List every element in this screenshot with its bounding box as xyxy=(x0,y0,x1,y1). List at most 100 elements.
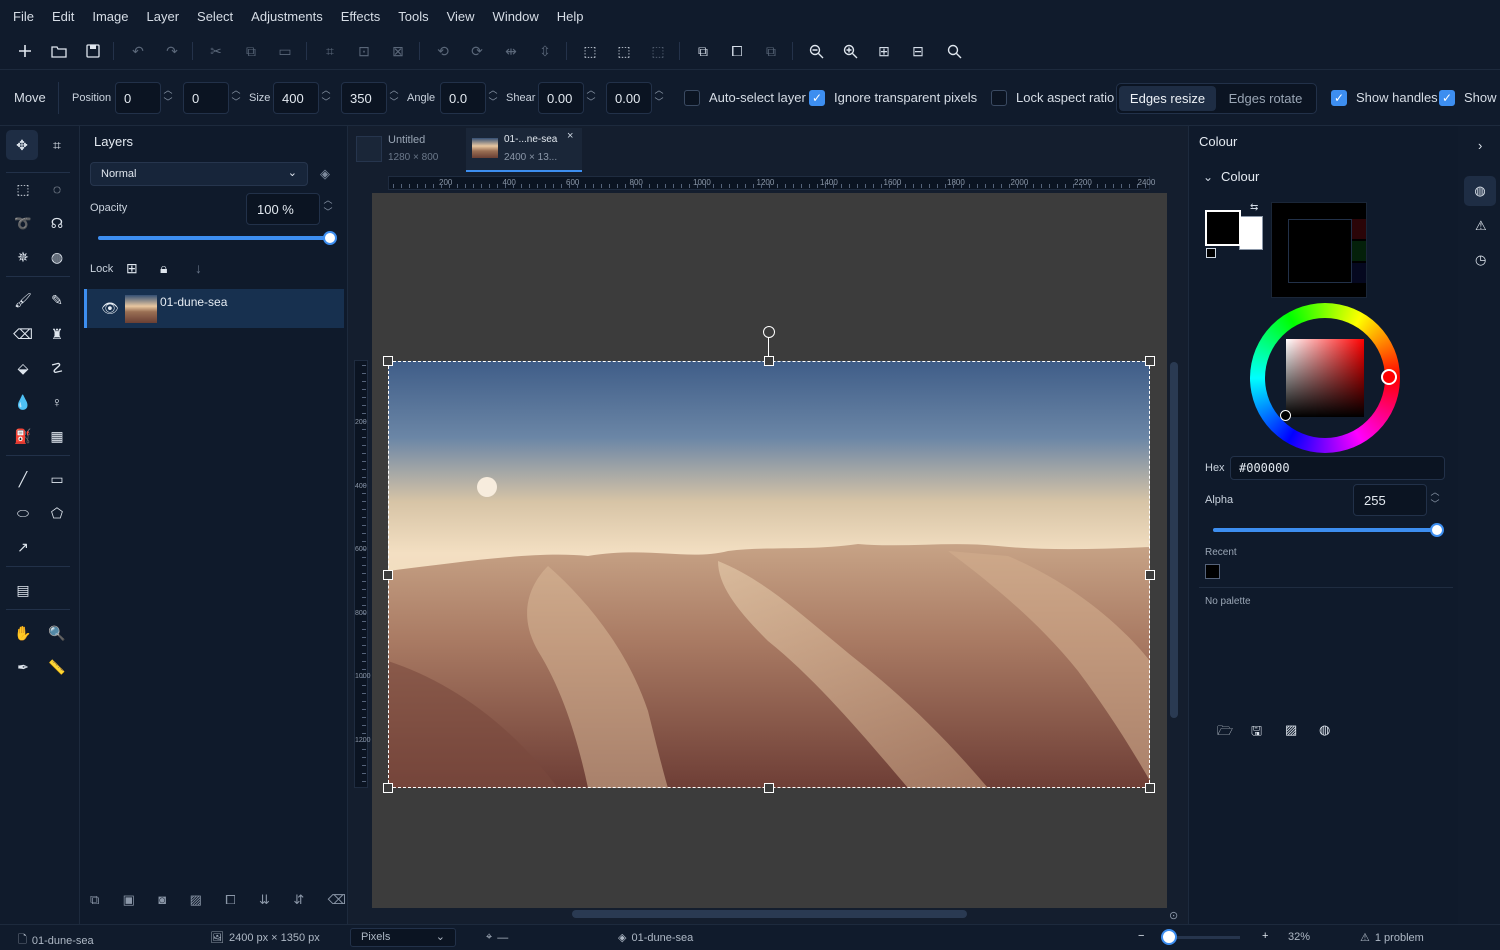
merge-layer-icon[interactable]: ⧉ xyxy=(761,41,781,61)
layer-effects-icon[interactable]: ▨ xyxy=(190,892,202,916)
opacity-slider-track[interactable] xyxy=(98,236,330,240)
opacity-input[interactable]: 100 % xyxy=(246,193,320,225)
resize-handle-ne[interactable] xyxy=(1145,356,1155,366)
zoom-in-icon[interactable] xyxy=(840,41,860,61)
shear-x-input[interactable]: 0.00 xyxy=(538,82,584,114)
palette-icon[interactable]: ◍ xyxy=(1319,722,1330,738)
rotate-left-icon[interactable]: ⟲ xyxy=(433,41,453,61)
arrow-tool-icon[interactable]: ↗ xyxy=(7,532,39,562)
deselect-icon[interactable]: ⬚ xyxy=(614,41,634,61)
colour-panel-icon[interactable]: ◍ xyxy=(1464,176,1496,206)
dodge-icon[interactable]: ♀ xyxy=(41,387,73,417)
opacity-slider-handle[interactable] xyxy=(323,231,337,245)
smudge-icon[interactable]: ☡ xyxy=(41,353,73,383)
resize-handle-n[interactable] xyxy=(764,356,774,366)
height-input[interactable]: 350 xyxy=(341,82,387,114)
width-input[interactable]: 400 xyxy=(273,82,319,114)
secondary-color-swatch[interactable] xyxy=(1239,216,1263,250)
eye-icon[interactable]: 👁︎ xyxy=(101,300,119,317)
open-palette-icon[interactable]: 🗁 xyxy=(1217,722,1233,744)
lasso-icon[interactable]: ➰ xyxy=(7,208,39,238)
menu-image[interactable]: Image xyxy=(83,9,137,24)
resize-handle-nw[interactable] xyxy=(383,356,393,366)
rectangle-tool-icon[interactable]: ▭ xyxy=(41,464,73,494)
reset-colors-icon[interactable] xyxy=(1206,248,1216,258)
position-x-stepper[interactable]: ︿ ﹀ xyxy=(163,84,173,112)
ignore-transparent-checkbox[interactable]: ✓ xyxy=(809,90,825,106)
tab-01-dune-sea[interactable]: 01-...ne-sea 2400 × 13... × xyxy=(466,128,582,172)
edges-resize-button[interactable]: Edges resize xyxy=(1119,86,1216,111)
hex-input[interactable]: #000000 xyxy=(1230,456,1445,480)
image-palette-icon[interactable]: ▨ xyxy=(1285,722,1297,738)
text-tool-icon[interactable]: ▤ xyxy=(7,575,39,605)
warning-panel-icon[interactable]: ⚠ xyxy=(1475,218,1487,234)
move-tool-icon[interactable]: ✥ xyxy=(6,130,38,160)
add-layer-icon[interactable]: ⧉ xyxy=(90,892,99,916)
resize-handle-e[interactable] xyxy=(1145,570,1155,580)
eyedropper-icon[interactable]: ✒ xyxy=(7,652,39,682)
menu-edit[interactable]: Edit xyxy=(43,9,83,24)
gradient-icon[interactable]: ▦ xyxy=(41,421,73,451)
layer-stack-icon[interactable]: ◈ xyxy=(320,166,330,182)
chevron-down-icon[interactable]: ⌄ xyxy=(1203,170,1213,184)
fit-window-icon[interactable]: ⊞ xyxy=(874,41,894,61)
position-y-input[interactable]: 0 xyxy=(183,82,229,114)
flip-horizontal-icon[interactable]: ⇹ xyxy=(501,41,521,61)
angle-input[interactable]: 0.0 xyxy=(440,82,486,114)
add-group-icon[interactable]: ▣ xyxy=(123,892,135,916)
save-palette-icon[interactable]: 🖫 xyxy=(1251,722,1262,744)
hue-handle[interactable] xyxy=(1381,369,1397,385)
add-layer-icon[interactable]: ⧉ xyxy=(693,41,713,61)
units-select[interactable]: Pixels ⌄ xyxy=(350,928,456,947)
saturation-value-square[interactable] xyxy=(1286,339,1364,417)
sv-handle[interactable] xyxy=(1280,410,1291,421)
zoom-out-icon[interactable] xyxy=(806,41,826,61)
angle-stepper[interactable]: ︿ ﹀ xyxy=(488,84,498,112)
actual-size-icon[interactable]: ⊟ xyxy=(908,41,928,61)
rotate-right-icon[interactable]: ⟳ xyxy=(467,41,487,61)
cut-icon[interactable]: ✂ xyxy=(206,41,226,61)
rotate-handle[interactable] xyxy=(763,326,775,338)
select-all-icon[interactable]: ⬚ xyxy=(580,41,600,61)
status-problems[interactable]: ⚠ 1 problem xyxy=(1360,931,1424,945)
alpha-stepper[interactable]: ︿ ﹀ xyxy=(1430,486,1440,514)
undo-icon[interactable]: ↶ xyxy=(128,41,148,61)
color-select-icon[interactable]: ◍ xyxy=(41,242,73,272)
colour-wheel[interactable] xyxy=(1250,303,1400,453)
vertical-scrollbar[interactable] xyxy=(1170,362,1178,718)
ellipse-tool-icon[interactable]: ⬭ xyxy=(7,498,39,528)
tab-untitled[interactable]: Untitled 1280 × 800 xyxy=(354,130,462,172)
blur-icon[interactable]: 💧 xyxy=(7,387,39,417)
measure-icon[interactable]: 📏 xyxy=(41,652,73,682)
polygon-tool-icon[interactable]: ⬠ xyxy=(41,498,73,528)
primary-color-swatch[interactable] xyxy=(1205,210,1241,246)
search-icon[interactable] xyxy=(944,41,964,61)
polygon-lasso-icon[interactable]: ☊ xyxy=(41,208,73,238)
lock-aspect-checkbox[interactable] xyxy=(991,90,1007,106)
layer-mask-icon[interactable]: ◙ xyxy=(158,892,166,916)
lock-icon[interactable]: 🔒︎ xyxy=(160,260,167,277)
invert-selection-icon[interactable]: ⬚ xyxy=(648,41,668,61)
clone-stamp-icon[interactable]: ♜ xyxy=(41,319,73,349)
menu-help[interactable]: Help xyxy=(548,9,593,24)
rect-select-icon[interactable]: ⬚ xyxy=(7,174,39,204)
resize-handle-sw[interactable] xyxy=(383,783,393,793)
resize-image-icon[interactable]: ⊡ xyxy=(354,41,374,61)
blend-mode-select[interactable]: Normal ⌄ xyxy=(90,162,308,186)
menu-adjustments[interactable]: Adjustments xyxy=(242,9,332,24)
canvas-viewport[interactable] xyxy=(372,193,1167,908)
history-icon[interactable]: ◷ xyxy=(1475,252,1486,268)
merge-down-icon[interactable]: ⇊ xyxy=(259,892,270,916)
shear-y-stepper[interactable]: ︿ ﹀ xyxy=(654,84,664,112)
alpha-slider-handle[interactable] xyxy=(1430,523,1444,537)
line-tool-icon[interactable]: ╱ xyxy=(7,464,39,494)
recenter-icon[interactable]: ⊙ xyxy=(1169,909,1178,922)
horizontal-scrollbar[interactable] xyxy=(572,910,967,918)
alpha-slider-track[interactable] xyxy=(1213,528,1437,532)
redo-icon[interactable]: ↷ xyxy=(162,41,182,61)
shear-x-stepper[interactable]: ︿ ﹀ xyxy=(586,84,596,112)
fill-bucket-icon[interactable]: ⛽ xyxy=(7,421,39,451)
crop-icon[interactable]: ⌗ xyxy=(320,41,340,61)
duplicate-layer-icon[interactable]: ⧠ xyxy=(225,892,235,916)
lock-position-icon[interactable]: ↓ xyxy=(195,260,202,276)
